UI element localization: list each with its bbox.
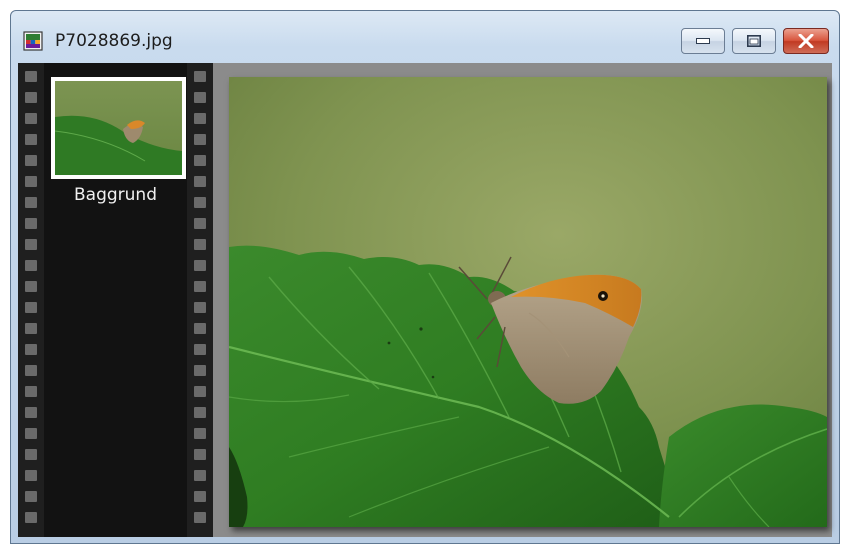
minimize-button[interactable] xyxy=(681,28,725,54)
film-perforation-hole xyxy=(25,281,37,292)
film-perforation-hole xyxy=(194,365,206,376)
image-canvas[interactable] xyxy=(229,77,827,527)
layer-thumbnail[interactable] xyxy=(51,77,186,179)
film-perforation-hole xyxy=(194,449,206,460)
film-perforation-hole xyxy=(25,218,37,229)
film-perforation-hole xyxy=(194,197,206,208)
film-perforation-left xyxy=(18,63,44,537)
film-perforation-hole xyxy=(25,92,37,103)
film-perforation-hole xyxy=(194,512,206,523)
film-perforation-hole xyxy=(194,218,206,229)
film-perforation-hole xyxy=(25,302,37,313)
film-perforation-hole xyxy=(194,176,206,187)
butterfly-on-leaf-thumbnail xyxy=(55,81,182,175)
film-perforation-hole xyxy=(25,491,37,502)
film-perforation-hole xyxy=(25,344,37,355)
film-perforation-hole xyxy=(25,113,37,124)
film-perforation-hole xyxy=(25,449,37,460)
maximize-icon xyxy=(747,35,761,47)
film-perforation-hole xyxy=(194,344,206,355)
film-perforation-hole xyxy=(194,113,206,124)
film-perforation-hole xyxy=(194,302,206,313)
image-file-icon xyxy=(23,31,43,51)
film-perforation-hole xyxy=(194,155,206,166)
film-perforation-hole xyxy=(194,407,206,418)
film-perforation-hole xyxy=(194,260,206,271)
desktop-background xyxy=(0,0,842,10)
film-perforation-hole xyxy=(25,365,37,376)
film-perforation-hole xyxy=(194,323,206,334)
film-perforation-hole xyxy=(25,260,37,271)
film-perforation-hole xyxy=(194,134,206,145)
minimize-icon xyxy=(696,38,710,44)
film-perforation-hole xyxy=(25,239,37,250)
film-perforation-hole xyxy=(194,92,206,103)
film-perforation-hole xyxy=(25,512,37,523)
film-perforation-hole xyxy=(25,323,37,334)
layer-label: Baggrund xyxy=(74,185,157,205)
image-window: P7028869.jpg Baggrund xyxy=(10,10,840,544)
maximize-button[interactable] xyxy=(732,28,776,54)
film-perforation-hole xyxy=(194,491,206,502)
film-perforation-hole xyxy=(194,386,206,397)
film-perforation-hole xyxy=(25,155,37,166)
film-perforation-right xyxy=(187,63,213,537)
film-perforation-hole xyxy=(25,428,37,439)
film-perforation-hole xyxy=(25,197,37,208)
workspace: Baggrund xyxy=(18,63,832,537)
film-perforation-hole xyxy=(25,407,37,418)
film-perforation-hole xyxy=(25,470,37,481)
photo-butterfly-on-leaf xyxy=(229,77,827,527)
layers-filmstrip: Baggrund xyxy=(18,63,213,537)
title-bar[interactable]: P7028869.jpg xyxy=(11,11,839,63)
film-perforation-hole xyxy=(25,386,37,397)
film-perforation-hole xyxy=(25,176,37,187)
film-perforation-hole xyxy=(25,134,37,145)
film-perforation-hole xyxy=(194,428,206,439)
film-perforation-hole xyxy=(194,470,206,481)
film-perforation-hole xyxy=(25,71,37,82)
window-title: P7028869.jpg xyxy=(55,31,173,51)
close-button[interactable] xyxy=(783,28,829,54)
film-perforation-hole xyxy=(194,239,206,250)
close-icon xyxy=(798,34,814,48)
film-perforation-hole xyxy=(194,71,206,82)
film-perforation-hole xyxy=(194,281,206,292)
